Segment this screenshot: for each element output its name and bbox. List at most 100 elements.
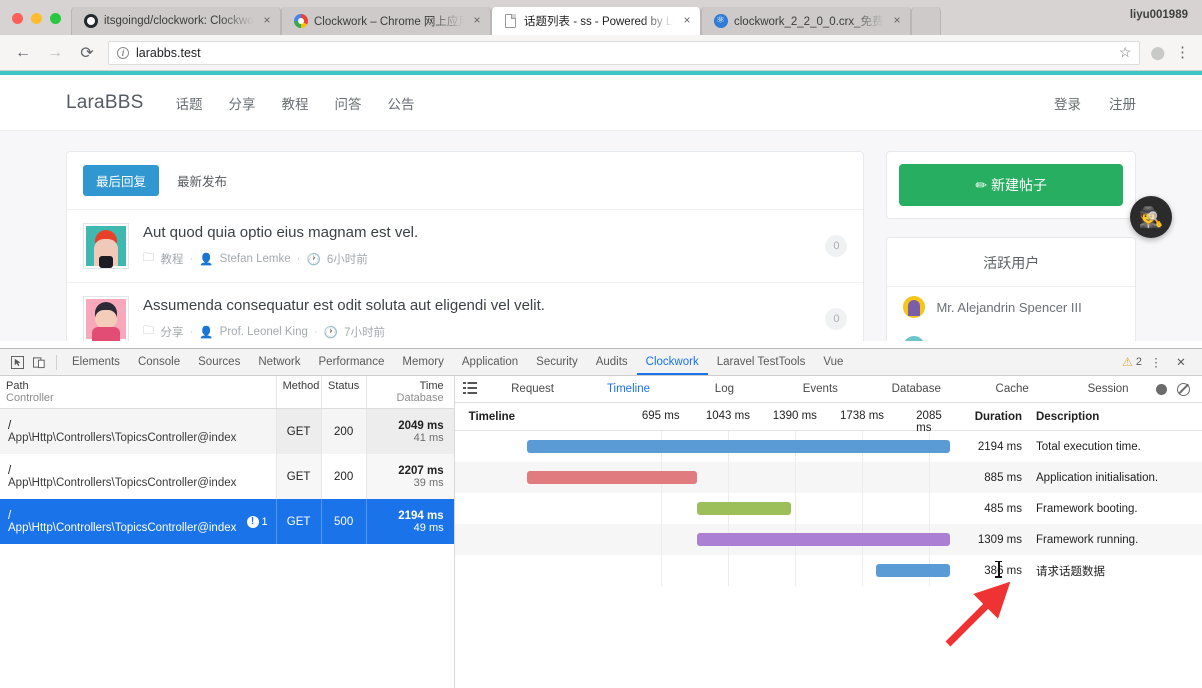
record-icon[interactable] <box>1156 384 1167 395</box>
warning-indicator[interactable]: ⚠ 2 <box>1122 355 1142 369</box>
devtools-tab-laravel-testtools[interactable]: Laravel TestTools <box>708 349 815 375</box>
active-users-title: 活跃用户 <box>887 238 1135 287</box>
nav-link-qa[interactable]: 问答 <box>334 93 361 113</box>
close-icon[interactable]: ✕ <box>1170 352 1192 372</box>
timeline-bar[interactable] <box>876 564 950 577</box>
tab-close-icon[interactable]: × <box>260 14 274 28</box>
topic-author[interactable]: Prof. Leonel King <box>220 326 308 338</box>
site-brand[interactable]: LaraBBS <box>66 92 143 114</box>
bookmark-star-icon[interactable]: ☆ <box>1119 44 1132 61</box>
tab-close-icon[interactable]: × <box>680 14 694 28</box>
address-bar[interactable]: i larabbs.test ☆ <box>108 41 1140 65</box>
devtools-tab-network[interactable]: Network <box>249 349 309 375</box>
tab-last-reply[interactable]: 最后回复 <box>83 165 159 196</box>
sidebar-column: ✏ 新建帖子 活跃用户 Mr. Alejandrin Spencer III Q… <box>886 151 1136 341</box>
back-icon[interactable]: ← <box>12 42 34 64</box>
extension-icon[interactable]: ⬤ <box>1150 45 1165 61</box>
clockwork-detective-icon[interactable]: 🕵 <box>1130 196 1172 238</box>
column-header-time[interactable]: Time Database <box>366 376 454 408</box>
request-path: / <box>8 510 241 522</box>
list-icon[interactable] <box>455 381 485 398</box>
table-row[interactable]: / App\Http\Controllers\TopicsController@… <box>0 454 454 499</box>
nav-link-topics[interactable]: 话题 <box>175 93 202 113</box>
column-header-method[interactable]: Method <box>276 376 321 408</box>
topic-author[interactable]: Stefan Lemke <box>220 253 291 265</box>
tab-close-icon[interactable]: × <box>470 14 484 28</box>
devtools-tab-performance[interactable]: Performance <box>310 349 394 375</box>
topic-title[interactable]: Aut quod quia optio eius magnam est vel. <box>143 224 811 241</box>
timeline-rows: 2194 msTotal execution time.885 msApplic… <box>455 431 1202 688</box>
devtools-tab-vue[interactable]: Vue <box>814 349 852 375</box>
devtools-tab-audits[interactable]: Audits <box>587 349 637 375</box>
timeline-row[interactable]: 386 ms请求话题数据 <box>455 555 1202 586</box>
timeline-row[interactable]: 2194 msTotal execution time. <box>455 431 1202 462</box>
request-database-time: 39 ms <box>414 477 444 489</box>
topic-category[interactable]: 分享 <box>161 324 184 340</box>
column-header-path[interactable]: Path Controller <box>0 376 276 408</box>
browser-tab-1[interactable]: Clockwork – Chrome 网上应用店 × <box>281 7 491 35</box>
timeline-row[interactable]: 1309 msFramework running. <box>455 524 1202 555</box>
timeline-bar[interactable] <box>527 471 698 484</box>
tab-timeline[interactable]: Timeline <box>581 383 677 395</box>
url-text: larabbs.test <box>136 46 1112 60</box>
blue-circle-icon <box>713 14 728 29</box>
devtools-tab-security[interactable]: Security <box>527 349 587 375</box>
devtools-tab-console[interactable]: Console <box>129 349 189 375</box>
topic-list-item[interactable]: Aut quod quia optio eius magnam est vel.… <box>67 210 863 283</box>
timeline-row[interactable]: 485 msFramework booting. <box>455 493 1202 524</box>
table-row[interactable]: / App\Http\Controllers\TopicsController@… <box>0 409 454 454</box>
request-path: / <box>8 465 268 477</box>
login-link[interactable]: 登录 <box>1054 93 1081 113</box>
device-toolbar-icon[interactable] <box>28 352 50 372</box>
tab-session[interactable]: Session <box>1060 383 1156 395</box>
devtools-tab-elements[interactable]: Elements <box>63 349 129 375</box>
clear-icon[interactable] <box>1177 383 1190 396</box>
inspect-element-icon[interactable] <box>6 352 28 372</box>
active-user-item[interactable]: Mr. Alejandrin Spencer III <box>887 287 1135 327</box>
topic-title[interactable]: Assumenda consequatur est odit soluta au… <box>143 297 811 314</box>
timeline-bar[interactable] <box>697 533 950 546</box>
topic-list-item[interactable]: Assumenda consequatur est odit soluta au… <box>67 283 863 341</box>
active-user-name: Mr. Alejandrin Spencer III <box>936 300 1081 315</box>
tab-request[interactable]: Request <box>485 383 581 395</box>
kebab-menu-icon[interactable]: ⋮ <box>1145 352 1167 372</box>
request-time-cell: 2194 ms 49 ms <box>366 499 454 544</box>
reload-icon[interactable]: ⟳ <box>76 42 98 64</box>
request-total-time: 2049 ms <box>398 420 443 432</box>
new-tab-button[interactable] <box>911 7 941 35</box>
tab-events[interactable]: Events <box>772 383 868 395</box>
nav-link-announce[interactable]: 公告 <box>387 93 414 113</box>
topic-category[interactable]: 教程 <box>161 251 184 267</box>
main-column: 最后回复 最新发布 Aut quod quia optio eius magna… <box>66 151 864 341</box>
active-user-item[interactable]: Quinten Hermiston <box>887 327 1135 341</box>
profile-name[interactable]: liyu001989 <box>1130 9 1188 21</box>
browser-tab-3[interactable]: clockwork_2_2_0_0.crx_免费高速下载 × <box>701 7 911 35</box>
devtools-tab-clockwork[interactable]: Clockwork <box>637 349 708 375</box>
site-info-icon[interactable]: i <box>117 47 129 59</box>
tab-cache[interactable]: Cache <box>964 383 1060 395</box>
tab-newest[interactable]: 最新发布 <box>177 171 227 190</box>
forward-icon[interactable]: → <box>44 42 66 64</box>
devtools-tab-memory[interactable]: Memory <box>393 349 453 375</box>
chrome-menu-icon[interactable]: ⋮ <box>1175 45 1190 60</box>
nav-link-tutorial[interactable]: 教程 <box>281 93 308 113</box>
timeline-axis: 695 ms1043 ms1390 ms1738 ms2085 ms <box>527 403 950 431</box>
browser-tab-0[interactable]: itsgoingd/clockwork: Clockwork × <box>71 7 281 35</box>
nav-link-share[interactable]: 分享 <box>228 93 255 113</box>
new-post-button[interactable]: ✏ 新建帖子 <box>899 164 1123 206</box>
table-row-selected[interactable]: / App\Http\Controllers\TopicsController@… <box>0 499 454 544</box>
devtools-tab-sources[interactable]: Sources <box>189 349 249 375</box>
browser-tab-2-active[interactable]: 话题列表 - ss - Powered by LaraBBS × <box>491 7 701 35</box>
timeline-bar[interactable] <box>527 440 950 453</box>
timeline-row[interactable]: 885 msApplication initialisation. <box>455 462 1202 493</box>
close-window-button[interactable] <box>12 13 23 24</box>
tab-database[interactable]: Database <box>868 383 964 395</box>
register-link[interactable]: 注册 <box>1109 93 1136 113</box>
column-header-status[interactable]: Status <box>321 376 366 408</box>
tab-log[interactable]: Log <box>676 383 772 395</box>
timeline-bar[interactable] <box>697 502 791 515</box>
minimize-window-button[interactable] <box>31 13 42 24</box>
devtools-tab-application[interactable]: Application <box>453 349 527 375</box>
tab-close-icon[interactable]: × <box>890 14 904 28</box>
maximize-window-button[interactable] <box>50 13 61 24</box>
